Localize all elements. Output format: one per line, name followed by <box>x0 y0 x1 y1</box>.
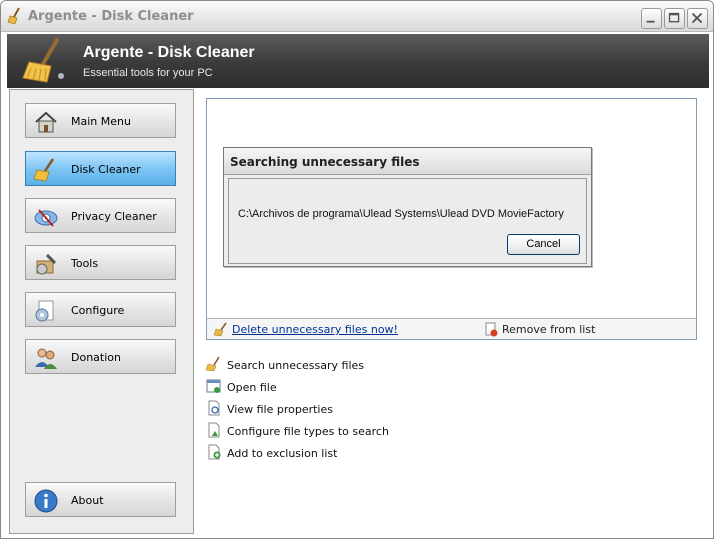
delete-files-link[interactable]: Delete unnecessary files now! <box>232 323 398 336</box>
action-label: Configure file types to search <box>227 425 389 438</box>
dialog-title: Searching unnecessary files <box>230 155 420 169</box>
sidebar-item-tools[interactable]: Tools <box>25 245 176 280</box>
broom-icon <box>206 356 220 372</box>
privacy-icon <box>34 209 58 227</box>
sidebar-item-label: Main Menu <box>71 115 131 128</box>
add-exclusion-icon <box>208 444 221 460</box>
action-label: Open file <box>227 381 277 394</box>
results-footer: Delete unnecessary files now! Remove fro… <box>207 318 696 339</box>
broom-logo-icon <box>22 38 64 83</box>
open-file-icon <box>206 379 221 393</box>
minimize-icon <box>646 20 655 23</box>
dialog-body: C:\Archivos de programa\Ulead Systems\Ul… <box>228 178 587 264</box>
action-view-properties[interactable]: View file properties <box>206 400 506 418</box>
sidebar-item-label: Disk Cleaner <box>71 163 141 176</box>
maximize-button[interactable] <box>664 8 685 29</box>
window-title: Argente - Disk Cleaner <box>28 9 194 24</box>
sidebar-item-main-menu[interactable]: Main Menu <box>25 103 176 138</box>
minimize-button[interactable] <box>641 8 662 29</box>
banner-subtitle: Essential tools for your PC <box>83 67 213 79</box>
sidebar-item-label: About <box>71 494 104 507</box>
info-icon <box>34 489 58 513</box>
sidebar-item-label: Privacy Cleaner <box>71 210 157 223</box>
sidebar-item-label: Configure <box>71 304 125 317</box>
action-label: View file properties <box>227 403 333 416</box>
sidebar-item-disk-cleaner[interactable]: Disk Cleaner <box>25 151 176 186</box>
tools-icon <box>36 253 57 275</box>
current-path: C:\Archivos de programa\Ulead Systems\Ul… <box>238 208 564 220</box>
header-banner: Argente - Disk Cleaner Essential tools f… <box>7 34 709 88</box>
action-label: Add to exclusion list <box>227 447 338 460</box>
close-icon <box>691 12 703 24</box>
action-search-files[interactable]: Search unnecessary files <box>206 356 506 374</box>
house-icon <box>35 111 57 133</box>
file-configure-icon <box>208 422 220 438</box>
sidebar: Main Menu Disk Cleaner Privacy Cleaner T… <box>9 89 194 534</box>
users-icon <box>35 348 57 369</box>
title-bar[interactable]: Argente - Disk Cleaner <box>1 1 713 32</box>
sidebar-item-label: Tools <box>71 257 99 270</box>
sidebar-item-donation[interactable]: Donation <box>25 339 176 374</box>
broom-icon <box>214 322 227 337</box>
configure-icon <box>35 300 54 322</box>
file-properties-icon <box>208 400 220 416</box>
action-open-file[interactable]: Open file <box>206 378 506 396</box>
action-configure-file-types[interactable]: Configure file types to search <box>206 422 506 440</box>
sidebar-item-about[interactable]: About <box>25 482 176 517</box>
remove-from-list-button[interactable]: Remove from list <box>502 323 595 336</box>
broom-icon <box>7 7 20 25</box>
maximize-icon <box>668 12 680 23</box>
dialog-header: Searching unnecessary files <box>224 148 591 175</box>
app-window: Argente - Disk Cleaner Argente - Disk Cl… <box>0 0 714 539</box>
action-add-exclusion[interactable]: Add to exclusion list <box>206 444 506 462</box>
banner-title: Argente - Disk Cleaner <box>83 44 255 61</box>
search-progress-dialog: Searching unnecessary files C:\Archivos … <box>223 147 592 267</box>
close-button[interactable] <box>687 8 708 29</box>
sidebar-item-label: Donation <box>71 351 121 364</box>
sidebar-item-privacy-cleaner[interactable]: Privacy Cleaner <box>25 198 176 233</box>
remove-from-list-icon <box>485 322 498 337</box>
sidebar-item-configure[interactable]: Configure <box>25 292 176 327</box>
cancel-button[interactable]: Cancel <box>507 234 580 255</box>
broom-icon <box>33 158 55 182</box>
action-label: Search unnecessary files <box>227 359 365 372</box>
